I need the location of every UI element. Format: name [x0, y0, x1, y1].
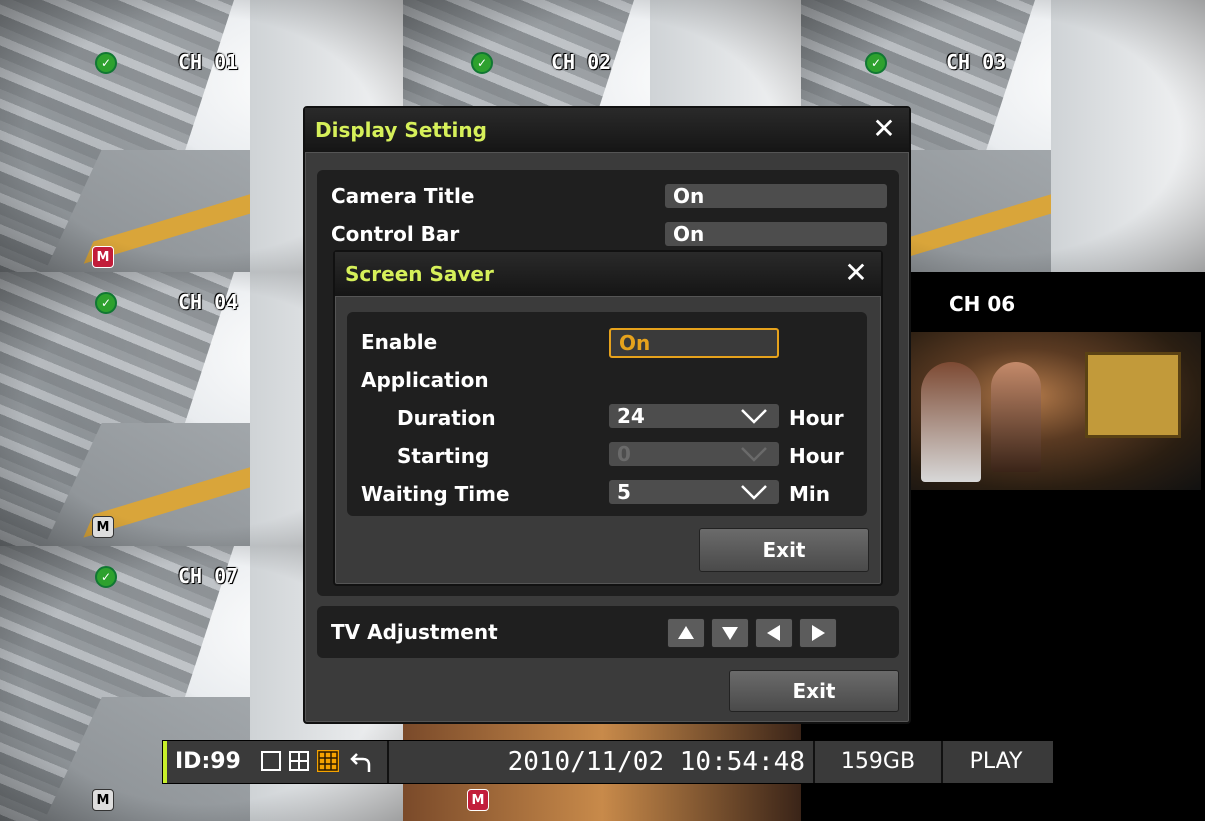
motion-badge: M: [92, 246, 114, 268]
waiting-time-value: 5: [617, 480, 631, 504]
duration-unit: Hour: [789, 406, 844, 430]
duration-select[interactable]: 24: [609, 404, 779, 428]
duration-label: Duration: [397, 406, 496, 430]
v-check-icon: ✓: [95, 52, 117, 74]
tv-adjustment-label: TV Adjustment: [331, 620, 498, 644]
v-check-icon: ✓: [471, 52, 493, 74]
layout-3x3-icon[interactable]: [317, 750, 339, 772]
screen-saver-options: Enable On Application Duration 24 Hour S…: [347, 312, 867, 516]
control-bar-label: Control Bar: [331, 222, 460, 246]
chevron-down-icon: [741, 485, 767, 500]
motion-badge: M: [92, 789, 114, 811]
dialog-title: Screen Saver: [345, 262, 494, 286]
v-check-icon: ✓: [865, 52, 887, 74]
tv-adjustment-row: TV Adjustment: [317, 606, 899, 658]
camera-title-select[interactable]: On: [665, 184, 887, 208]
status-bar: ID:99 2010/11/02 10:54:48 159GB PLAY: [162, 740, 1054, 784]
motion-badge: M: [467, 789, 489, 811]
camera-title-label: Camera Title: [331, 184, 475, 208]
starting-select: 0: [609, 442, 779, 466]
v-check-icon: ✓: [95, 566, 117, 588]
starting-unit: Hour: [789, 444, 844, 468]
channel-label: CH 02: [551, 50, 612, 74]
chevron-down-icon: [741, 409, 767, 424]
screen-saver-dialog: Screen Saver ✕ Enable On Application Dur…: [333, 250, 883, 586]
tv-down-button[interactable]: [711, 618, 749, 648]
close-icon[interactable]: ✕: [843, 259, 869, 287]
playback-mode[interactable]: PLAY: [941, 741, 1051, 783]
tv-up-button[interactable]: [667, 618, 705, 648]
motion-badge: M: [92, 516, 114, 538]
starting-value: 0: [617, 442, 631, 466]
datetime: 2010/11/02 10:54:48: [387, 741, 815, 783]
channel-label: CH 01: [178, 50, 239, 74]
video-frame: [911, 332, 1201, 490]
channel-label: CH 07: [178, 564, 239, 588]
storage-remaining: 159GB: [815, 741, 943, 783]
waiting-time-select[interactable]: 5: [609, 480, 779, 504]
dialog-title: Display Setting: [315, 118, 487, 142]
close-icon[interactable]: ✕: [871, 115, 897, 143]
channel-label: CH 03: [946, 50, 1007, 74]
starting-label: Starting: [397, 444, 490, 468]
layout-1x1-icon[interactable]: [261, 751, 281, 771]
control-bar-select[interactable]: On: [665, 222, 887, 246]
channel-label: CH 06: [949, 292, 1016, 316]
tv-right-button[interactable]: [799, 618, 837, 648]
layout-2x2-icon[interactable]: [289, 751, 309, 771]
device-id: ID:99: [175, 749, 241, 774]
dialog-titlebar: Screen Saver ✕: [335, 252, 881, 297]
v-check-icon: ✓: [95, 292, 117, 314]
chevron-down-icon: [741, 447, 767, 462]
duration-value: 24: [617, 404, 645, 428]
display-exit-button[interactable]: Exit: [729, 670, 899, 712]
tv-left-button[interactable]: [755, 618, 793, 648]
waiting-time-label: Waiting Time: [361, 482, 510, 506]
return-icon[interactable]: [349, 750, 373, 774]
enable-select[interactable]: On: [609, 328, 779, 358]
screen-saver-exit-button[interactable]: Exit: [699, 528, 869, 572]
dialog-titlebar: Display Setting ✕: [305, 108, 909, 153]
waiting-time-unit: Min: [789, 482, 830, 506]
enable-label: Enable: [361, 330, 438, 354]
channel-label: CH 04: [178, 290, 239, 314]
application-label: Application: [361, 368, 489, 392]
